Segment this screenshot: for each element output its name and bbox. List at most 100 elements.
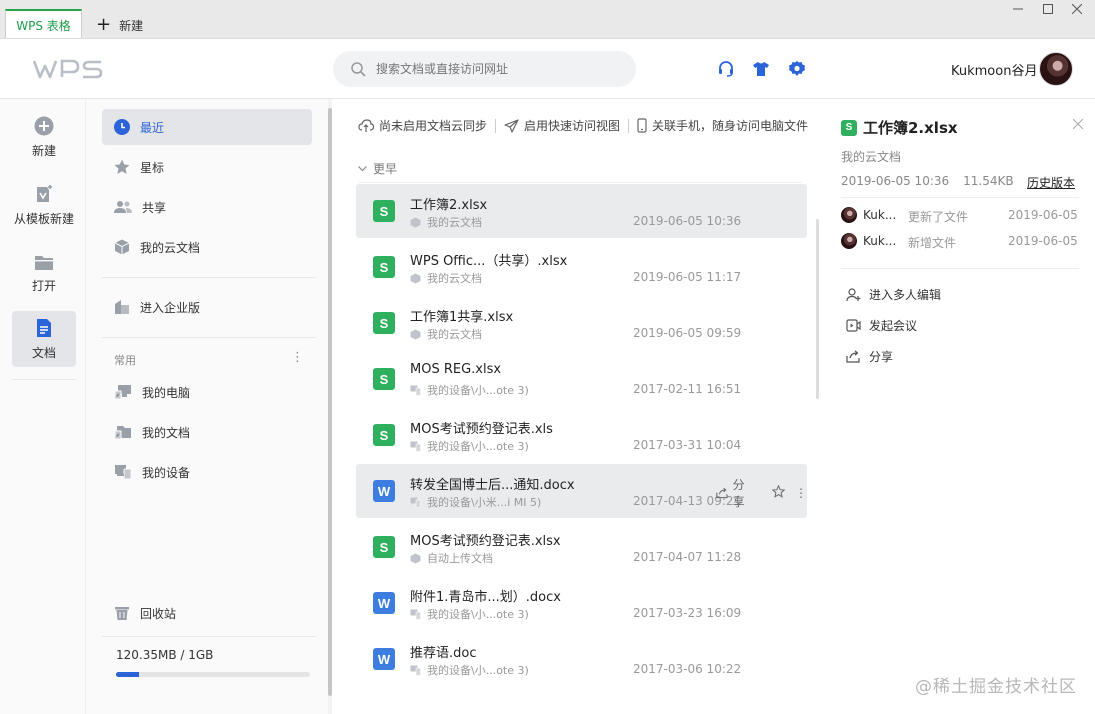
row-more-icon[interactable]: ⋮ bbox=[795, 486, 807, 500]
nav-item-starred-label: 星标 bbox=[140, 160, 165, 175]
nav-item-shared[interactable]: 共享 bbox=[102, 189, 312, 225]
rail-new[interactable]: 新建 bbox=[12, 109, 76, 165]
activity-action: 更新了文件 bbox=[908, 210, 969, 224]
file-location-text: 我的云文档 bbox=[427, 328, 482, 341]
skin-button[interactable] bbox=[751, 59, 771, 79]
file-location-text: 我的设备\小...ote 3) bbox=[427, 664, 529, 677]
scrollbar[interactable] bbox=[816, 219, 819, 399]
nav-divider bbox=[102, 636, 316, 637]
avatar[interactable] bbox=[1039, 52, 1073, 86]
user-name[interactable]: Kukmoon谷月 bbox=[951, 60, 1037, 79]
headset-icon bbox=[719, 61, 733, 77]
file-location-text: 我的设备\小...ote 3) bbox=[427, 608, 529, 621]
template-icon bbox=[37, 184, 52, 202]
nav-item-starred[interactable]: 星标 bbox=[102, 149, 312, 185]
file-row[interactable]: S MOS REG.xlsx 我的设备\小...ote 3) 2017-02-11 1… bbox=[356, 352, 807, 406]
location-icon bbox=[410, 553, 421, 563]
start-meeting-button[interactable]: 发起会议 bbox=[846, 317, 917, 334]
new-tab-button[interactable]: + 新建 bbox=[96, 14, 143, 36]
nav-item-recent-label: 最近 bbox=[140, 120, 165, 135]
detail-divider bbox=[841, 268, 1079, 269]
maximize-button[interactable] bbox=[1034, 2, 1062, 16]
detail-title: S 工作簿2.xlsx bbox=[841, 117, 958, 138]
file-toolbar: 尚未启用文档云同步 启用快速访问视图 关联手机，随身访问电脑文件 bbox=[358, 117, 816, 134]
device-icon bbox=[410, 441, 421, 452]
search-box[interactable] bbox=[333, 51, 636, 87]
multi-edit-button[interactable]: 进入多人编辑 bbox=[846, 286, 941, 303]
more-options-icon[interactable]: ⋮ bbox=[291, 350, 304, 365]
spreadsheet-icon: S bbox=[373, 312, 395, 334]
clock-icon bbox=[114, 119, 130, 135]
minimize-button[interactable] bbox=[1004, 2, 1032, 16]
rail-new-label: 新建 bbox=[31, 143, 56, 158]
word-doc-icon: W bbox=[373, 480, 395, 502]
spreadsheet-icon: S bbox=[373, 368, 395, 390]
rail-documents[interactable]: 文档 bbox=[12, 311, 76, 367]
close-detail-button[interactable] bbox=[1072, 117, 1084, 133]
detail-panel: S 工作簿2.xlsx 我的云文档 2019-06-05 10:36 11.54… bbox=[824, 99, 1095, 714]
minimize-icon bbox=[1013, 8, 1023, 10]
row-star-button[interactable] bbox=[771, 484, 786, 501]
share-button[interactable]: 分享 bbox=[846, 348, 893, 365]
file-location: 我的设备\小米...i MI 5) bbox=[410, 494, 541, 510]
detail-divider bbox=[841, 197, 1079, 198]
tab-wps-spreadsheet[interactable]: WPS 表格 bbox=[5, 9, 82, 39]
file-time: 2017-03-06 10:22 bbox=[633, 662, 742, 676]
share-icon bbox=[716, 487, 728, 499]
nav-item-enterprise[interactable]: 进入企业版 bbox=[102, 289, 312, 325]
nav-item-recent[interactable]: 最近 bbox=[102, 109, 312, 145]
activity-item: Kuk... 新增文件 2019-06-05 bbox=[841, 233, 1079, 250]
devices-icon bbox=[115, 465, 132, 480]
device-icon bbox=[410, 385, 421, 396]
spreadsheet-icon: S bbox=[841, 119, 857, 136]
row-share-button[interactable]: 分享 bbox=[716, 476, 756, 510]
device-icon bbox=[410, 665, 421, 676]
app-header: Kukmoon谷月 bbox=[0, 38, 1095, 99]
rail-open[interactable]: 打开 bbox=[12, 245, 76, 301]
activity-date: 2019-06-05 bbox=[1008, 234, 1078, 248]
group-divider bbox=[358, 182, 802, 183]
nav-item-recycle-bin[interactable]: 回收站 bbox=[102, 595, 312, 631]
device-icon bbox=[410, 609, 421, 620]
support-button[interactable] bbox=[716, 59, 736, 79]
quick-access-link[interactable]: 启用快速访问视图 bbox=[504, 117, 628, 134]
file-row[interactable]: S MOS考试预约登记表.xlsx 自动上传文档 2017-04-07 11:28 bbox=[356, 520, 807, 574]
file-location: 我的云文档 bbox=[410, 270, 482, 286]
settings-button[interactable] bbox=[787, 59, 807, 79]
search-input[interactable] bbox=[376, 62, 606, 76]
file-row[interactable]: S 工作簿2.xlsx 我的云文档 2019-06-05 10:36 bbox=[356, 184, 807, 238]
link-phone-link[interactable]: 关联手机，随身访问电脑文件 bbox=[637, 117, 816, 134]
activity-item: Kuk... 更新了文件 2019-06-05 bbox=[841, 207, 1079, 224]
file-location-text: 我的设备\小米...i MI 5) bbox=[427, 496, 542, 509]
nav-item-cloud-docs[interactable]: 我的云文档 bbox=[102, 229, 312, 265]
maximize-icon bbox=[1043, 4, 1053, 14]
rail-divider bbox=[12, 379, 76, 380]
close-window-button[interactable] bbox=[1063, 2, 1091, 16]
group-header-earlier[interactable]: 更早 bbox=[358, 160, 397, 177]
location-icon bbox=[410, 217, 421, 227]
left-rail: 新建 从模板新建 打开 文档 bbox=[0, 99, 86, 714]
file-location: 我的云文档 bbox=[410, 326, 482, 342]
file-row[interactable]: W 推荐语.doc 我的设备\小...ote 3) 2017-03-06 10:22 bbox=[356, 632, 807, 686]
file-row[interactable]: S WPS Offic...（共享）.xlsx 我的云文档 2019-06-05 11… bbox=[356, 240, 807, 294]
rail-template-label: 从模板新建 bbox=[13, 211, 74, 226]
file-name: WPS Offic...（共享）.xlsx bbox=[410, 254, 568, 269]
file-row[interactable]: S 工作簿1共享.xlsx 我的云文档 2019-06-05 09:59 bbox=[356, 296, 807, 350]
nav-item-my-devices[interactable]: 我的设备 bbox=[102, 454, 312, 490]
file-row[interactable]: W 附件1.青岛市...划）.docx 我的设备\小...ote 3) 2017-03… bbox=[356, 576, 807, 630]
file-row[interactable]: W 转发全国博士后...通知.docx 我的设备\小米...i MI 5) 2017-… bbox=[356, 464, 807, 518]
title-bar: WPS 表格 + 新建 bbox=[0, 0, 1095, 39]
file-name: 工作簿1共享.xlsx bbox=[410, 310, 514, 325]
file-location: 我的设备\小...ote 3) bbox=[410, 382, 529, 398]
star-outline-icon bbox=[771, 484, 786, 498]
meeting-icon bbox=[846, 319, 861, 332]
nav-item-my-computer[interactable]: 我的电脑 bbox=[102, 374, 312, 410]
file-row[interactable]: S MOS考试预约登记表.xls 我的设备\小...ote 3) 2017-03-31… bbox=[356, 408, 807, 462]
history-version-link[interactable]: 历史版本 bbox=[1027, 174, 1075, 191]
rail-template[interactable]: 从模板新建 bbox=[12, 177, 76, 233]
nav-item-my-documents[interactable]: 我的文档 bbox=[102, 414, 312, 450]
cloud-sync-link[interactable]: 尚未启用文档云同步 bbox=[358, 117, 495, 134]
file-location-text: 自动上传文档 bbox=[427, 552, 493, 565]
detail-datetime: 2019-06-05 10:36 bbox=[841, 174, 950, 188]
nav-panel: 最近 星标 共享 我的云文档 进入企业版 常用 ⋮ 我的电脑 我的文档 我的设备… bbox=[86, 99, 328, 714]
